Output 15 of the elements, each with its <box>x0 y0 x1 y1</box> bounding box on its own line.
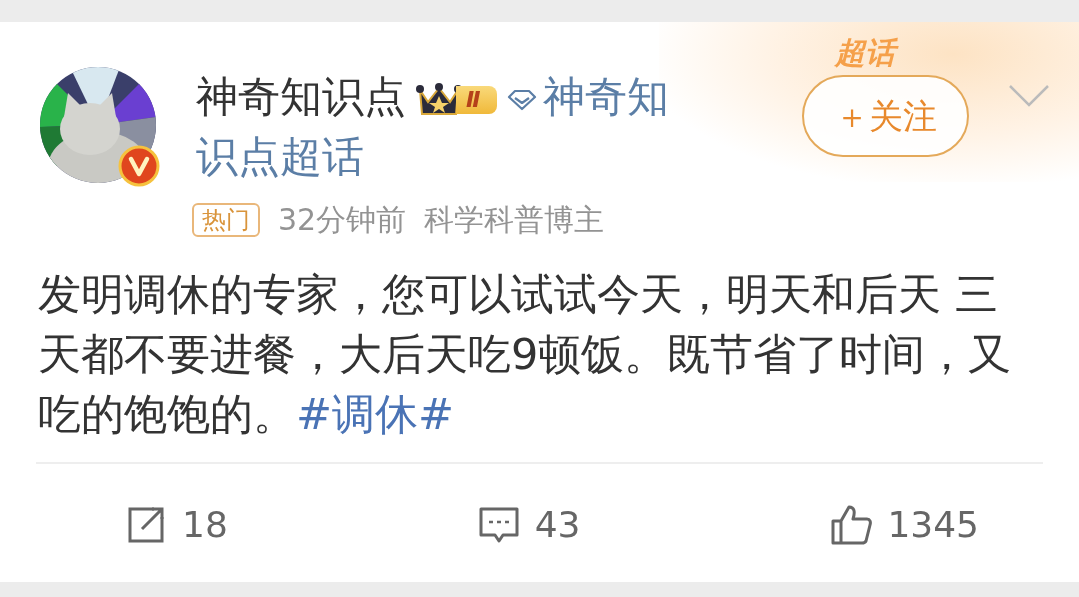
like-button[interactable]: 1345 <box>829 498 979 552</box>
chevron-down-icon[interactable] <box>1008 84 1050 108</box>
supertopic-link[interactable]: 识点超话 <box>196 127 364 187</box>
level-badge: Ⅱ <box>456 85 497 114</box>
hot-tag: 热门 <box>192 202 260 237</box>
author-name[interactable]: 神奇知识点 <box>196 72 406 121</box>
supertopic-link[interactable]: 神奇知 <box>542 72 669 121</box>
post-text: 发明调休的专家，您可以试试今天，明天和后天 三天都不要进餐，大后天吃9顿饭。既节省了时间，又吃的饱饱的。#调休# <box>38 268 1013 441</box>
hashtag-link[interactable]: #调休# <box>296 389 455 439</box>
thumbs-up-icon <box>829 503 874 547</box>
repost-button[interactable]: 18 <box>124 498 228 552</box>
author-category: 科学科普博主 <box>424 201 605 239</box>
diamond-icon <box>506 88 537 111</box>
post-time: 32分钟前 <box>278 201 407 239</box>
comment-button[interactable]: 43 <box>476 498 581 552</box>
